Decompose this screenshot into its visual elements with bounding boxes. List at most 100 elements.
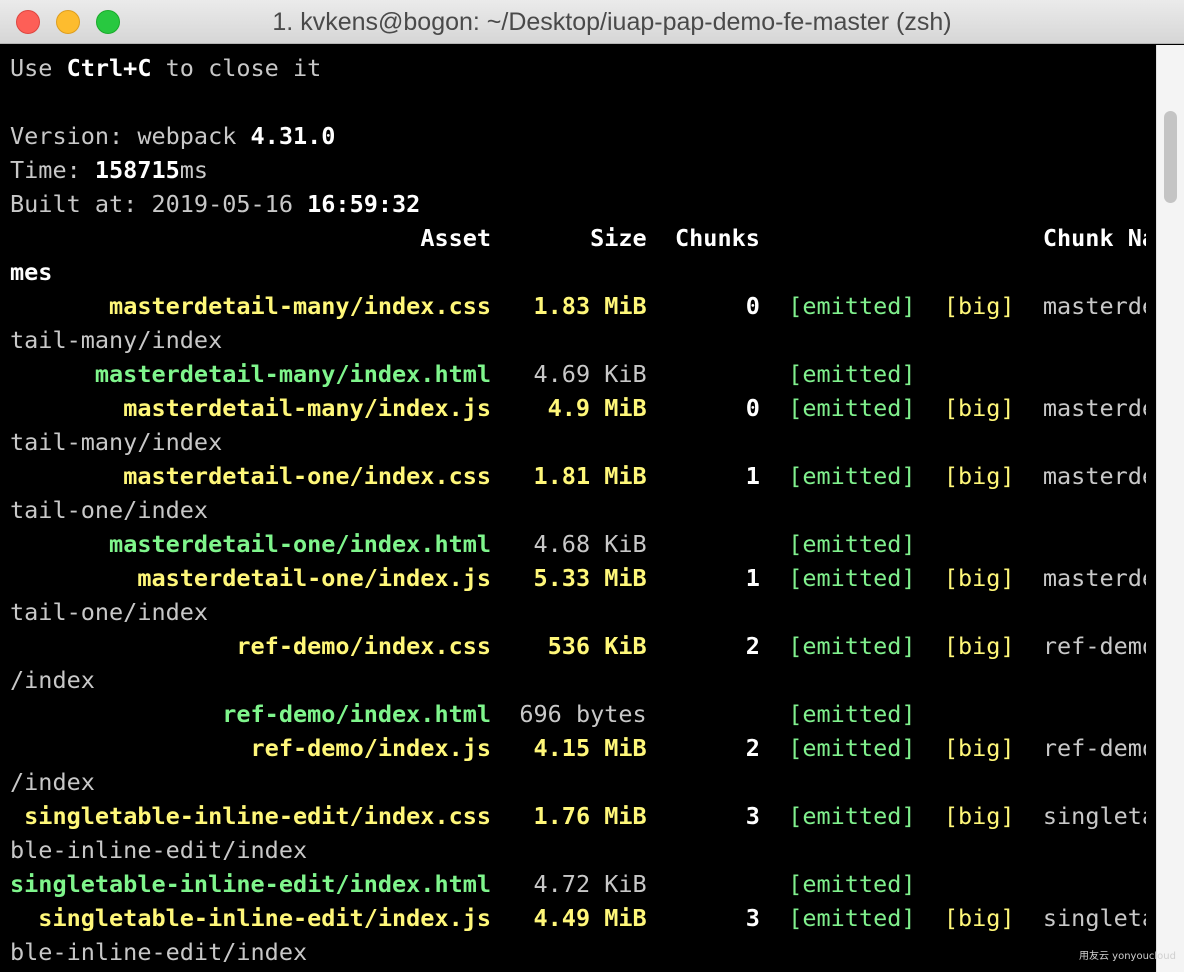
asset-size: 4.72 KiB	[533, 870, 647, 898]
asset-name: singletable-inline-edit/index.html	[10, 870, 492, 898]
chunk-name-wrap: tail-many/index	[10, 323, 1146, 357]
table-header-wrap: mes	[10, 258, 53, 286]
table-header: Asset Size Chunks Chunk Na	[10, 221, 1146, 255]
watermark: 用友云 yonyoucloud	[1078, 951, 1176, 962]
emitted-flag: [emitted]	[788, 802, 916, 830]
asset-chunk: 1	[745, 462, 760, 490]
intro-line: Use Ctrl+C to close it	[10, 54, 322, 82]
asset-chunk: 2	[745, 734, 760, 762]
emitted-flag: [emitted]	[788, 904, 916, 932]
time-line: Time: 158715ms	[10, 156, 209, 184]
big-flag: [big]	[943, 564, 1015, 592]
chunk-name: ref-demo	[1042, 734, 1146, 762]
chunk-name: masterde	[1042, 564, 1146, 592]
asset-row: singletable-inline-edit/index.css 1.76 M…	[10, 799, 1146, 833]
emitted-flag: [emitted]	[788, 564, 916, 592]
version-line: Version: webpack 4.31.0	[10, 122, 336, 150]
asset-name: masterdetail-one/index.html	[109, 530, 492, 558]
asset-size: 4.49 MiB	[533, 904, 647, 932]
column-header-chunk-names: Chunk Na	[1042, 224, 1146, 252]
asset-size: 696 bytes	[519, 700, 647, 728]
chunk-name-continued: /index	[10, 666, 95, 694]
asset-size: 4.9 MiB	[547, 394, 647, 422]
vertical-scrollbar[interactable]	[1156, 45, 1184, 972]
chunk-name-wrap: tail-one/index	[10, 595, 1146, 629]
chunk-name-continued: tail-many/index	[10, 326, 223, 354]
big-flag: [big]	[943, 462, 1015, 490]
asset-chunk: 1	[745, 564, 760, 592]
chunk-name: ref-demo	[1042, 632, 1146, 660]
chunk-name: masterde	[1042, 462, 1146, 490]
emitted-flag: [emitted]	[788, 870, 916, 898]
chunk-name-continued: tail-one/index	[10, 598, 209, 626]
asset-row: ref-demo/index.css 536 KiB 2 [emitted] […	[10, 629, 1146, 663]
column-header-asset: Asset	[420, 224, 492, 252]
chunk-name: masterde	[1042, 394, 1146, 422]
asset-row: masterdetail-one/index.css 1.81 MiB 1 [e…	[10, 459, 1146, 493]
emitted-flag: [emitted]	[788, 700, 916, 728]
emitted-flag: [emitted]	[788, 530, 916, 558]
asset-chunk: 0	[745, 394, 760, 422]
column-header-chunks: Chunks	[675, 224, 760, 252]
chunk-name-continued: ble-inline-edit/index	[10, 836, 308, 864]
asset-name: ref-demo/index.css	[236, 632, 492, 660]
big-flag: [big]	[943, 394, 1015, 422]
asset-row: masterdetail-one/index.html 4.68 KiB [em…	[10, 527, 1146, 561]
big-flag: [big]	[943, 904, 1015, 932]
asset-size: 5.33 MiB	[533, 564, 647, 592]
window-title: 1. kvkens@bogon: ~/Desktop/iuap-pap-demo…	[272, 8, 952, 36]
asset-name: masterdetail-one/index.js	[137, 564, 492, 592]
asset-size: 4.69 KiB	[533, 360, 647, 388]
asset-chunk: 3	[745, 904, 760, 932]
terminal-output[interactable]: Use Ctrl+C to close it Version: webpack …	[0, 45, 1156, 972]
asset-name: masterdetail-one/index.css	[123, 462, 492, 490]
big-flag: [big]	[943, 802, 1015, 830]
chunk-name-wrap: ble-inline-edit/index	[10, 833, 1146, 867]
chunk-name: singleta	[1042, 904, 1146, 932]
chunk-name-continued: tail-many/index	[10, 428, 223, 456]
chunk-name-wrap: tail-one/index	[10, 493, 1146, 527]
chunk-name-wrap: tail-many/index	[10, 425, 1146, 459]
asset-size: 1.76 MiB	[533, 802, 647, 830]
terminal-lines: Use Ctrl+C to close it Version: webpack …	[10, 51, 1146, 969]
column-header-size: Size	[590, 224, 647, 252]
big-flag: [big]	[943, 734, 1015, 762]
asset-name: masterdetail-many/index.css	[109, 292, 492, 320]
asset-row: masterdetail-many/index.js 4.9 MiB 0 [em…	[10, 391, 1146, 425]
chunk-name: singleta	[1042, 802, 1146, 830]
terminal-window: 1. kvkens@bogon: ~/Desktop/iuap-pap-demo…	[0, 0, 1184, 972]
scrollbar-thumb[interactable]	[1164, 111, 1177, 203]
asset-chunk: 2	[745, 632, 760, 660]
asset-row: masterdetail-one/index.js 5.33 MiB 1 [em…	[10, 561, 1146, 595]
chunk-name: masterde	[1042, 292, 1146, 320]
emitted-flag: [emitted]	[788, 360, 916, 388]
asset-row: singletable-inline-edit/index.js 4.49 Mi…	[10, 901, 1146, 935]
asset-size: 4.68 KiB	[533, 530, 647, 558]
asset-name: singletable-inline-edit/index.css	[24, 802, 492, 830]
asset-name: singletable-inline-edit/index.js	[38, 904, 492, 932]
asset-size: 1.83 MiB	[533, 292, 647, 320]
asset-row: masterdetail-many/index.css 1.83 MiB 0 […	[10, 289, 1146, 323]
asset-name: ref-demo/index.html	[222, 700, 492, 728]
big-flag: [big]	[943, 632, 1015, 660]
emitted-flag: [emitted]	[788, 394, 916, 422]
asset-chunk: 0	[745, 292, 760, 320]
chunk-name-continued: tail-one/index	[10, 496, 209, 524]
emitted-flag: [emitted]	[788, 462, 916, 490]
asset-name: ref-demo/index.js	[250, 734, 492, 762]
asset-chunk: 3	[745, 802, 760, 830]
chunk-name-wrap: /index	[10, 663, 1146, 697]
emitted-flag: [emitted]	[788, 734, 916, 762]
chunk-name-continued: ble-inline-edit/index	[10, 938, 308, 966]
asset-size: 4.15 MiB	[533, 734, 647, 762]
emitted-flag: [emitted]	[788, 292, 916, 320]
asset-row: singletable-inline-edit/index.html 4.72 …	[10, 867, 1146, 901]
asset-row: masterdetail-many/index.html 4.69 KiB [e…	[10, 357, 1146, 391]
asset-size: 1.81 MiB	[533, 462, 647, 490]
asset-name: masterdetail-many/index.js	[123, 394, 492, 422]
big-flag: [big]	[943, 292, 1015, 320]
title-bar[interactable]: 1. kvkens@bogon: ~/Desktop/iuap-pap-demo…	[0, 0, 1184, 44]
asset-size: 536 KiB	[547, 632, 647, 660]
built-at-line: Built at: 2019-05-16 16:59:32	[10, 190, 421, 218]
